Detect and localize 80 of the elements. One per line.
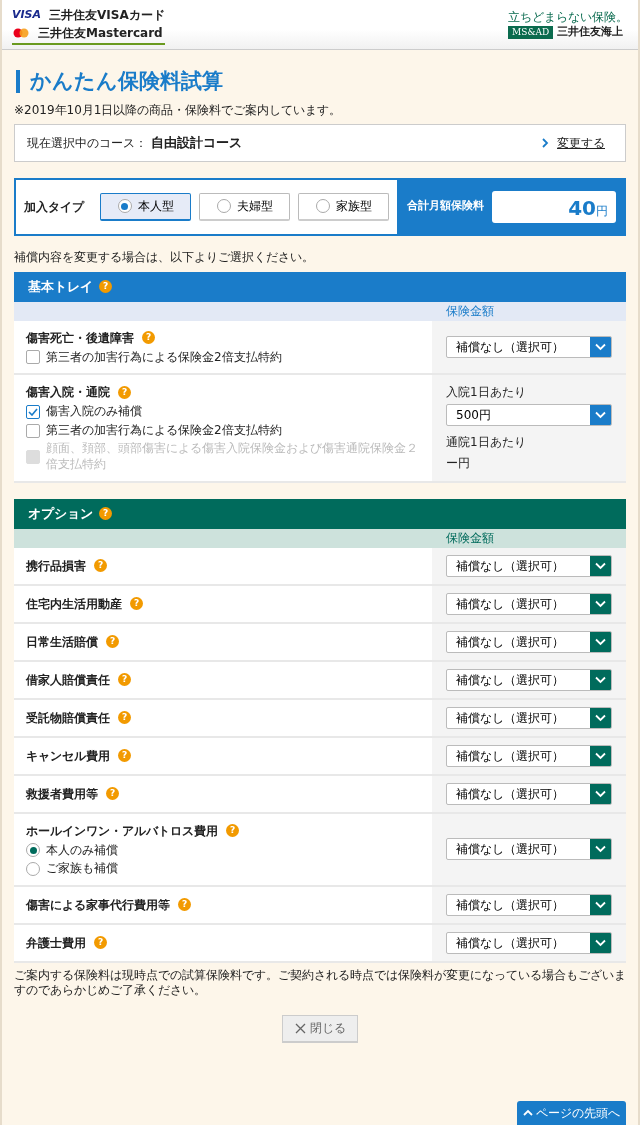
checkbox-label: 第三者の加害行為による保険金2倍支払特約 bbox=[46, 349, 282, 366]
column-header: 保険金額 bbox=[445, 302, 495, 320]
dropdown[interactable]: 補償なし（選択可） bbox=[446, 744, 612, 767]
radio-label: 本人のみ補償 bbox=[46, 842, 118, 859]
back-to-top-button[interactable]: ページの先頭へ bbox=[517, 1101, 626, 1125]
instruction-text: 補償内容を変更する場合は、以下よりご選択ください。 bbox=[14, 248, 315, 266]
checkbox-label: 傷害入院のみ補償 bbox=[46, 404, 142, 420]
checkbox[interactable] bbox=[26, 423, 40, 438]
checkbox[interactable] bbox=[26, 405, 40, 419]
dropdown[interactable]: 補償なし（選択可） bbox=[446, 782, 612, 805]
coverage-name: 弁護士費用 bbox=[26, 934, 86, 952]
dropdown[interactable]: 補償なし（選択可） bbox=[446, 630, 612, 653]
coverage-name: 借家人賠償責任 bbox=[26, 671, 110, 689]
total-premium-label: 合計月額保険料 bbox=[407, 198, 484, 215]
group-logo: MS&AD bbox=[508, 25, 554, 40]
coverage-name: 住宅内生活用動産 bbox=[26, 595, 122, 613]
join-type-label: 加入タイプ bbox=[24, 198, 84, 216]
chevron-down-icon bbox=[595, 342, 606, 351]
currency-unit: 円 bbox=[596, 202, 608, 220]
change-link[interactable]: 変更する bbox=[541, 133, 605, 152]
coverage-name: 携行品損害 bbox=[26, 557, 86, 575]
chevron-down-icon bbox=[595, 938, 606, 947]
section-title: 基本トレイ bbox=[28, 277, 93, 296]
card-network-icon bbox=[12, 28, 30, 38]
dropdown[interactable]: 補償なし（選択可） bbox=[446, 335, 612, 358]
checkbox-label: 第三者の加害行為による保険金2倍支払特約 bbox=[46, 422, 282, 439]
chevron-down-icon bbox=[595, 637, 606, 646]
chevron-right-icon bbox=[541, 137, 549, 148]
radio-label: ご家族も補償 bbox=[46, 861, 118, 877]
amount-label: 通院1日あたり bbox=[446, 434, 527, 452]
checkbox[interactable] bbox=[26, 350, 40, 365]
dropdown[interactable]: 補償なし（選択可） bbox=[446, 931, 612, 954]
join-type-option[interactable]: 本人型 bbox=[100, 192, 191, 221]
join-type-option[interactable]: 夫婦型 bbox=[199, 192, 290, 221]
radio-button[interactable] bbox=[26, 843, 40, 858]
course-name: 自由設計コース bbox=[151, 134, 242, 153]
checkbox-label: 顔面、頚部、頭部傷害による傷害入院保険金および傷害通院保険金２倍支払特約 bbox=[46, 441, 419, 473]
dropdown[interactable]: 500円 bbox=[446, 404, 612, 427]
coverage-name: キャンセル費用 bbox=[26, 747, 110, 765]
chevron-down-icon bbox=[595, 845, 606, 854]
card-name: 三井住友Mastercard bbox=[38, 25, 163, 42]
column-header: 保険金額 bbox=[445, 529, 495, 547]
join-type-option[interactable]: 家族型 bbox=[298, 192, 389, 221]
chevron-up-icon bbox=[523, 1109, 533, 1117]
coverage-name: 傷害入院・通院 bbox=[26, 384, 110, 402]
notice-text: ※2019年10月1日以降の商品・保険料でご案内しています。 bbox=[14, 102, 343, 120]
coverage-name: 傷害による家事代行費用等 bbox=[26, 896, 170, 914]
chevron-down-icon bbox=[595, 411, 606, 420]
chevron-down-icon bbox=[595, 789, 606, 798]
radio-button[interactable] bbox=[26, 861, 40, 876]
card-name: 三井住友VISAカード bbox=[49, 7, 165, 24]
close-button[interactable]: 閉じる bbox=[282, 1014, 358, 1043]
chevron-down-icon bbox=[595, 599, 606, 608]
course-label: 現在選択中のコース： bbox=[27, 134, 147, 152]
chevron-down-icon bbox=[595, 675, 606, 684]
coverage-name: 傷害死亡・後遺障害 bbox=[26, 329, 134, 347]
coverage-name: 受託物賠償責任 bbox=[26, 709, 110, 727]
amount-value: ー円 bbox=[446, 455, 471, 473]
close-icon bbox=[294, 1022, 306, 1034]
tagline-text: 立ちどまらない保険。 bbox=[508, 10, 628, 25]
dropdown[interactable]: 補償なし（選択可） bbox=[446, 668, 612, 691]
chevron-down-icon bbox=[595, 561, 606, 570]
insurer-name: 三井住友海上 bbox=[557, 24, 624, 41]
section-title: オプション bbox=[28, 504, 93, 523]
chevron-down-icon bbox=[595, 713, 606, 722]
page-title: かんたん保険料試算 bbox=[16, 70, 626, 94]
coverage-name: 日常生活賠償 bbox=[26, 633, 98, 651]
chevron-down-icon bbox=[595, 900, 606, 909]
coverage-name: 救援者費用等 bbox=[26, 785, 98, 803]
footnote-text: ご案内する保険料は現時点での試算保険料です。ご契約される時点では保険料が変更になっている場合もございますのであらかじめご了承ください。 bbox=[14, 967, 626, 999]
dropdown[interactable]: 補償なし（選択可） bbox=[446, 838, 612, 861]
dropdown[interactable]: 補償なし（選択可） bbox=[446, 706, 612, 729]
dropdown[interactable]: 補償なし（選択可） bbox=[446, 592, 612, 615]
amount-label: 入院1日あたり bbox=[446, 384, 527, 402]
chevron-down-icon bbox=[595, 751, 606, 760]
card-brand-logo: VISA bbox=[12, 6, 42, 23]
coverage-name: ホールインワン・アルバトロス費用 bbox=[26, 822, 218, 840]
dropdown[interactable]: 補償なし（選択可） bbox=[446, 554, 612, 577]
premium-amount: 40 bbox=[568, 194, 596, 222]
dropdown[interactable]: 補償なし（選択可） bbox=[446, 893, 612, 916]
